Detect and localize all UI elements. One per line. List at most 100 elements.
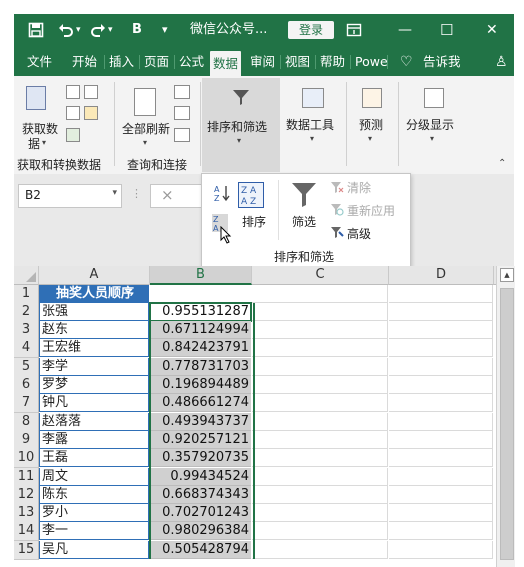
empty-cell[interactable] — [389, 376, 493, 394]
empty-cell[interactable] — [252, 449, 388, 468]
name-cell[interactable]: 王磊 — [39, 449, 149, 468]
tab-formulas[interactable]: 公式 — [176, 49, 207, 75]
existing-connections-icon[interactable] — [66, 128, 80, 142]
recent-sources-icon[interactable] — [84, 106, 98, 120]
empty-cell[interactable] — [252, 376, 388, 394]
random-value-cell[interactable]: 0.842423791 — [150, 339, 251, 358]
cell-b1[interactable] — [150, 284, 251, 303]
empty-cell[interactable] — [389, 522, 493, 541]
row-header[interactable]: 8 — [14, 412, 39, 432]
row-header[interactable]: 1 — [14, 284, 39, 304]
name-box[interactable]: B2 ▾ — [18, 184, 122, 208]
empty-cell[interactable] — [252, 302, 388, 321]
empty-cell[interactable] — [252, 394, 388, 413]
empty-cell[interactable] — [252, 430, 388, 449]
name-cell[interactable]: 王宏维 — [39, 339, 149, 358]
random-value-cell[interactable]: 0.980296384 — [150, 522, 251, 541]
random-value-cell[interactable]: 0.99434524 — [150, 467, 251, 486]
customize-arrow-icon[interactable]: ▾ — [162, 14, 168, 46]
chevron-down-icon[interactable]: ▾ — [112, 188, 117, 198]
tell-me-search[interactable]: 告诉我 — [420, 49, 464, 75]
tab-power[interactable]: Powe — [352, 49, 391, 75]
row-header[interactable]: 2 — [14, 302, 39, 322]
empty-cell[interactable] — [252, 412, 388, 431]
vertical-scrollbar[interactable]: ▲ — [496, 266, 515, 567]
empty-cell[interactable] — [389, 321, 493, 340]
name-cell[interactable]: 陈东 — [39, 485, 149, 504]
tab-view[interactable]: 视图 — [282, 49, 313, 75]
name-cell[interactable]: 罗梦 — [39, 376, 149, 394]
empty-cell[interactable] — [252, 522, 388, 541]
undo-icon[interactable] — [58, 14, 74, 46]
minimize-button[interactable]: — — [398, 14, 412, 46]
name-cell[interactable]: 罗小 — [39, 504, 149, 523]
save-icon[interactable] — [28, 14, 44, 46]
empty-cell[interactable] — [389, 540, 493, 559]
empty-cell[interactable] — [389, 430, 493, 449]
name-cell[interactable]: 李一 — [39, 522, 149, 541]
random-value-cell[interactable]: 0.778731703 — [150, 357, 251, 376]
data-tools-button[interactable]: 数据工具 — [286, 116, 334, 133]
refresh-all-button[interactable]: 全部刷新 — [122, 120, 170, 137]
empty-cell[interactable] — [389, 394, 493, 413]
share-person-icon[interactable]: ♙ — [492, 49, 511, 75]
empty-cell[interactable] — [389, 412, 493, 431]
row-header[interactable]: 6 — [14, 376, 39, 395]
filter-label[interactable]: 筛选 — [292, 213, 316, 230]
row-header[interactable]: 12 — [14, 485, 39, 505]
text-file-icon[interactable] — [66, 85, 80, 99]
tab-page-layout[interactable]: 页面 — [141, 49, 172, 75]
tab-insert[interactable]: 插入 — [106, 49, 137, 75]
empty-cell[interactable] — [389, 467, 493, 486]
select-all-corner[interactable] — [14, 266, 39, 285]
column-header-c[interactable]: C — [252, 266, 389, 285]
sort-label[interactable]: 排序 — [242, 213, 266, 230]
properties-icon[interactable] — [174, 106, 190, 120]
tab-file[interactable]: 文件 — [24, 49, 55, 75]
redo-icon[interactable] — [90, 14, 106, 46]
random-value-cell[interactable]: 0.493943737 — [150, 412, 251, 431]
ribbon-display-icon[interactable] — [346, 14, 362, 46]
redo-dropdown-icon[interactable]: ▾ — [108, 14, 113, 46]
scrollbar-thumb[interactable] — [500, 288, 514, 560]
random-value-cell[interactable]: 0.357920735 — [150, 449, 251, 468]
login-button[interactable]: 登录 — [288, 21, 334, 39]
tab-review[interactable]: 审阅 — [247, 49, 278, 75]
undo-dropdown-icon[interactable]: ▾ — [76, 14, 81, 46]
refresh-all-icon[interactable] — [134, 88, 156, 116]
empty-cell[interactable] — [252, 321, 388, 340]
edit-links-icon[interactable] — [174, 128, 190, 142]
row-header[interactable]: 10 — [14, 449, 39, 469]
empty-cell[interactable] — [389, 504, 493, 523]
name-cell[interactable]: 赵落落 — [39, 412, 149, 431]
empty-cell[interactable] — [389, 339, 493, 358]
name-cell[interactable]: 张强 — [39, 302, 149, 321]
tab-data[interactable]: 数据 — [210, 51, 242, 76]
random-value-cell[interactable]: 0.920257121 — [150, 430, 251, 449]
queries-connections-icon[interactable] — [174, 85, 190, 99]
empty-cell[interactable] — [252, 357, 388, 376]
forecast-icon[interactable] — [362, 88, 382, 108]
empty-cell[interactable] — [389, 449, 493, 468]
random-value-cell[interactable]: 0.955131287 — [149, 301, 252, 322]
empty-cell[interactable] — [252, 284, 388, 303]
row-header[interactable]: 3 — [14, 321, 39, 341]
name-cell[interactable]: 周文 — [39, 467, 149, 486]
outline-icon[interactable] — [424, 88, 444, 108]
column-header-a[interactable]: A — [39, 266, 150, 285]
scroll-up-arrow-icon[interactable]: ▲ — [500, 268, 514, 282]
cancel-formula-button[interactable]: × — [161, 186, 174, 204]
name-cell[interactable]: 吴凡 — [39, 540, 149, 559]
sort-button-icon[interactable]: Z AA Z — [238, 182, 264, 208]
tab-help[interactable]: 帮助 — [317, 49, 348, 75]
row-header[interactable]: 4 — [14, 339, 39, 359]
row-header[interactable]: 15 — [14, 540, 39, 560]
close-button[interactable]: ✕ — [486, 14, 498, 46]
empty-cell[interactable] — [252, 540, 388, 559]
empty-cell[interactable] — [252, 339, 388, 358]
name-cell[interactable]: 钟凡 — [39, 394, 149, 413]
row-header[interactable]: 14 — [14, 522, 39, 542]
empty-cell[interactable] — [252, 467, 388, 486]
tab-home[interactable]: 开始 — [69, 49, 100, 75]
table-header-cell[interactable]: 抽奖人员顺序 — [39, 284, 149, 303]
